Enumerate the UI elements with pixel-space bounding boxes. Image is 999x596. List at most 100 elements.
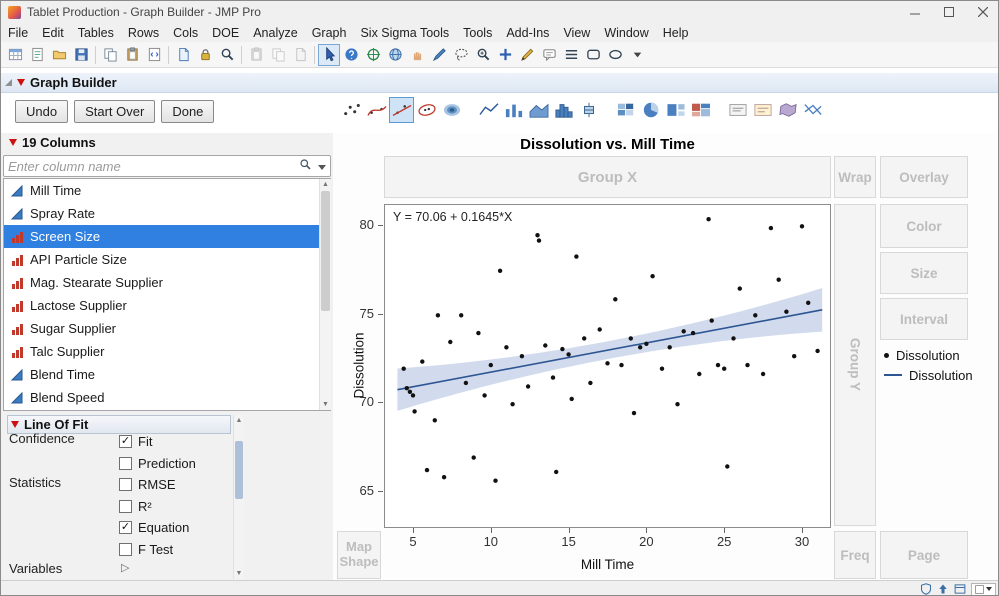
brush-icon[interactable] bbox=[428, 44, 450, 66]
column-item-mag-stearate-supplier[interactable]: Mag. Stearate Supplier bbox=[4, 271, 330, 294]
summary-icon[interactable] bbox=[750, 97, 775, 123]
menu-help[interactable]: Help bbox=[656, 23, 696, 42]
paste-icon[interactable] bbox=[121, 44, 143, 66]
globe-icon[interactable] bbox=[384, 44, 406, 66]
hand-icon[interactable] bbox=[406, 44, 428, 66]
menu-graph[interactable]: Graph bbox=[305, 23, 354, 42]
checkbox-unchecked[interactable] bbox=[119, 478, 132, 491]
script-icon[interactable] bbox=[143, 44, 165, 66]
rect-icon[interactable] bbox=[582, 44, 604, 66]
variables-disclosure-icon[interactable]: ▷ bbox=[121, 561, 129, 574]
zoom-icon[interactable] bbox=[472, 44, 494, 66]
columns-scrollbar[interactable]: ▲ ▼ bbox=[319, 179, 331, 410]
close-button[interactable] bbox=[966, 1, 999, 23]
column-item-spray-rate[interactable]: Spray Rate bbox=[4, 202, 330, 225]
drop-zone-group-x[interactable]: Group X bbox=[384, 156, 831, 198]
page-icon[interactable] bbox=[172, 44, 194, 66]
menu-tools[interactable]: Tools bbox=[456, 23, 499, 42]
caret-down-icon[interactable] bbox=[626, 44, 648, 66]
column-item-sugar-supplier[interactable]: Sugar Supplier bbox=[4, 317, 330, 340]
minimize-button[interactable] bbox=[898, 1, 932, 23]
start-over-button[interactable]: Start Over bbox=[74, 100, 155, 123]
red-triangle-menu-icon[interactable] bbox=[9, 139, 17, 146]
status-up-arrow-icon[interactable] bbox=[937, 583, 949, 595]
drop-zone-overlay[interactable]: Overlay bbox=[880, 156, 968, 198]
cursor-icon[interactable] bbox=[318, 44, 340, 66]
caption-box-icon[interactable] bbox=[725, 97, 750, 123]
drop-zone-page[interactable]: Page bbox=[880, 531, 968, 579]
column-item-mill-time[interactable]: Mill Time bbox=[4, 179, 330, 202]
pencil-icon[interactable] bbox=[516, 44, 538, 66]
pie-icon[interactable] bbox=[638, 97, 663, 123]
crosshair-icon[interactable] bbox=[362, 44, 384, 66]
column-filter-input[interactable] bbox=[8, 157, 258, 175]
scroll-down-icon[interactable]: ▼ bbox=[320, 399, 331, 410]
copy-icon[interactable] bbox=[99, 44, 121, 66]
map-shapes-icon[interactable] bbox=[775, 97, 800, 123]
journal-new-icon[interactable] bbox=[26, 44, 48, 66]
drop-zone-map-shape[interactable]: Map Shape bbox=[337, 531, 381, 579]
status-dropdown[interactable] bbox=[971, 583, 996, 596]
menu-edit[interactable]: Edit bbox=[35, 23, 71, 42]
menu-file[interactable]: File bbox=[1, 23, 35, 42]
fit-panel-scrollbar[interactable]: ▲ ▼ bbox=[233, 415, 244, 579]
filter-dropdown-caret-icon[interactable] bbox=[318, 165, 326, 170]
menu-tables[interactable]: Tables bbox=[71, 23, 121, 42]
save-icon[interactable] bbox=[70, 44, 92, 66]
red-triangle-menu-icon[interactable] bbox=[11, 421, 19, 428]
lasso-icon[interactable] bbox=[450, 44, 472, 66]
scroll-up-icon[interactable]: ▲ bbox=[234, 415, 244, 426]
scrollbar-thumb[interactable] bbox=[235, 441, 243, 499]
scroll-down-icon[interactable]: ▼ bbox=[234, 568, 244, 579]
callout-icon[interactable] bbox=[538, 44, 560, 66]
smoother-icon[interactable] bbox=[364, 97, 389, 123]
search-icon[interactable] bbox=[216, 44, 238, 66]
mosaic-icon[interactable] bbox=[688, 97, 713, 123]
undo-button[interactable]: Undo bbox=[15, 100, 68, 123]
drop-zone-freq[interactable]: Freq bbox=[834, 531, 876, 579]
checkbox-checked[interactable]: ✓ bbox=[119, 435, 132, 448]
menu-doe[interactable]: DOE bbox=[205, 23, 246, 42]
checkbox-checked[interactable]: ✓ bbox=[119, 521, 132, 534]
histogram-icon[interactable] bbox=[551, 97, 576, 123]
scrollbar-thumb[interactable] bbox=[321, 191, 330, 311]
open-icon[interactable] bbox=[48, 44, 70, 66]
line-of-fit-icon[interactable] bbox=[389, 97, 414, 123]
plot-area[interactable]: Y = 70.06 + 0.1645*X bbox=[384, 204, 831, 528]
menu-rows[interactable]: Rows bbox=[121, 23, 166, 42]
area-icon[interactable] bbox=[526, 97, 551, 123]
checkbox-unchecked[interactable] bbox=[119, 500, 132, 513]
search-icon[interactable] bbox=[299, 158, 312, 176]
menu-view[interactable]: View bbox=[556, 23, 597, 42]
menu-cols[interactable]: Cols bbox=[166, 23, 205, 42]
new-table-icon[interactable] bbox=[4, 44, 26, 66]
scroll-up-icon[interactable]: ▲ bbox=[320, 179, 331, 190]
column-item-talc-supplier[interactable]: Talc Supplier bbox=[4, 340, 330, 363]
checkbox-unchecked[interactable] bbox=[119, 457, 132, 470]
treemap-icon[interactable] bbox=[663, 97, 688, 123]
red-triangle-menu-icon[interactable] bbox=[17, 79, 25, 86]
menu-analyze[interactable]: Analyze bbox=[246, 23, 304, 42]
drop-zone-group-y[interactable]: Group Y bbox=[834, 204, 876, 526]
column-item-api-particle-size[interactable]: API Particle Size bbox=[4, 248, 330, 271]
status-shield-icon[interactable] bbox=[920, 583, 932, 595]
x-axis-title[interactable]: Mill Time bbox=[384, 557, 831, 572]
parallel-plot-icon[interactable] bbox=[800, 97, 825, 123]
menu-add-ins[interactable]: Add-Ins bbox=[499, 23, 556, 42]
lock-icon[interactable] bbox=[194, 44, 216, 66]
contour-icon[interactable] bbox=[439, 97, 464, 123]
help-icon[interactable] bbox=[340, 44, 362, 66]
outline-collapse-icon[interactable] bbox=[5, 79, 12, 86]
points-icon[interactable] bbox=[339, 97, 364, 123]
column-item-screen-size[interactable]: Screen Size bbox=[4, 225, 330, 248]
heatmap-icon[interactable] bbox=[613, 97, 638, 123]
column-item-blend-speed[interactable]: Blend Speed bbox=[4, 386, 330, 409]
done-button[interactable]: Done bbox=[161, 100, 214, 123]
box-plot-icon[interactable] bbox=[576, 97, 601, 123]
line-icon[interactable] bbox=[476, 97, 501, 123]
plus-icon[interactable] bbox=[494, 44, 516, 66]
status-window-icon[interactable] bbox=[954, 583, 966, 595]
drop-zone-wrap[interactable]: Wrap bbox=[834, 156, 876, 198]
menu-six-sigma-tools[interactable]: Six Sigma Tools bbox=[353, 23, 456, 42]
oval-icon[interactable] bbox=[604, 44, 626, 66]
